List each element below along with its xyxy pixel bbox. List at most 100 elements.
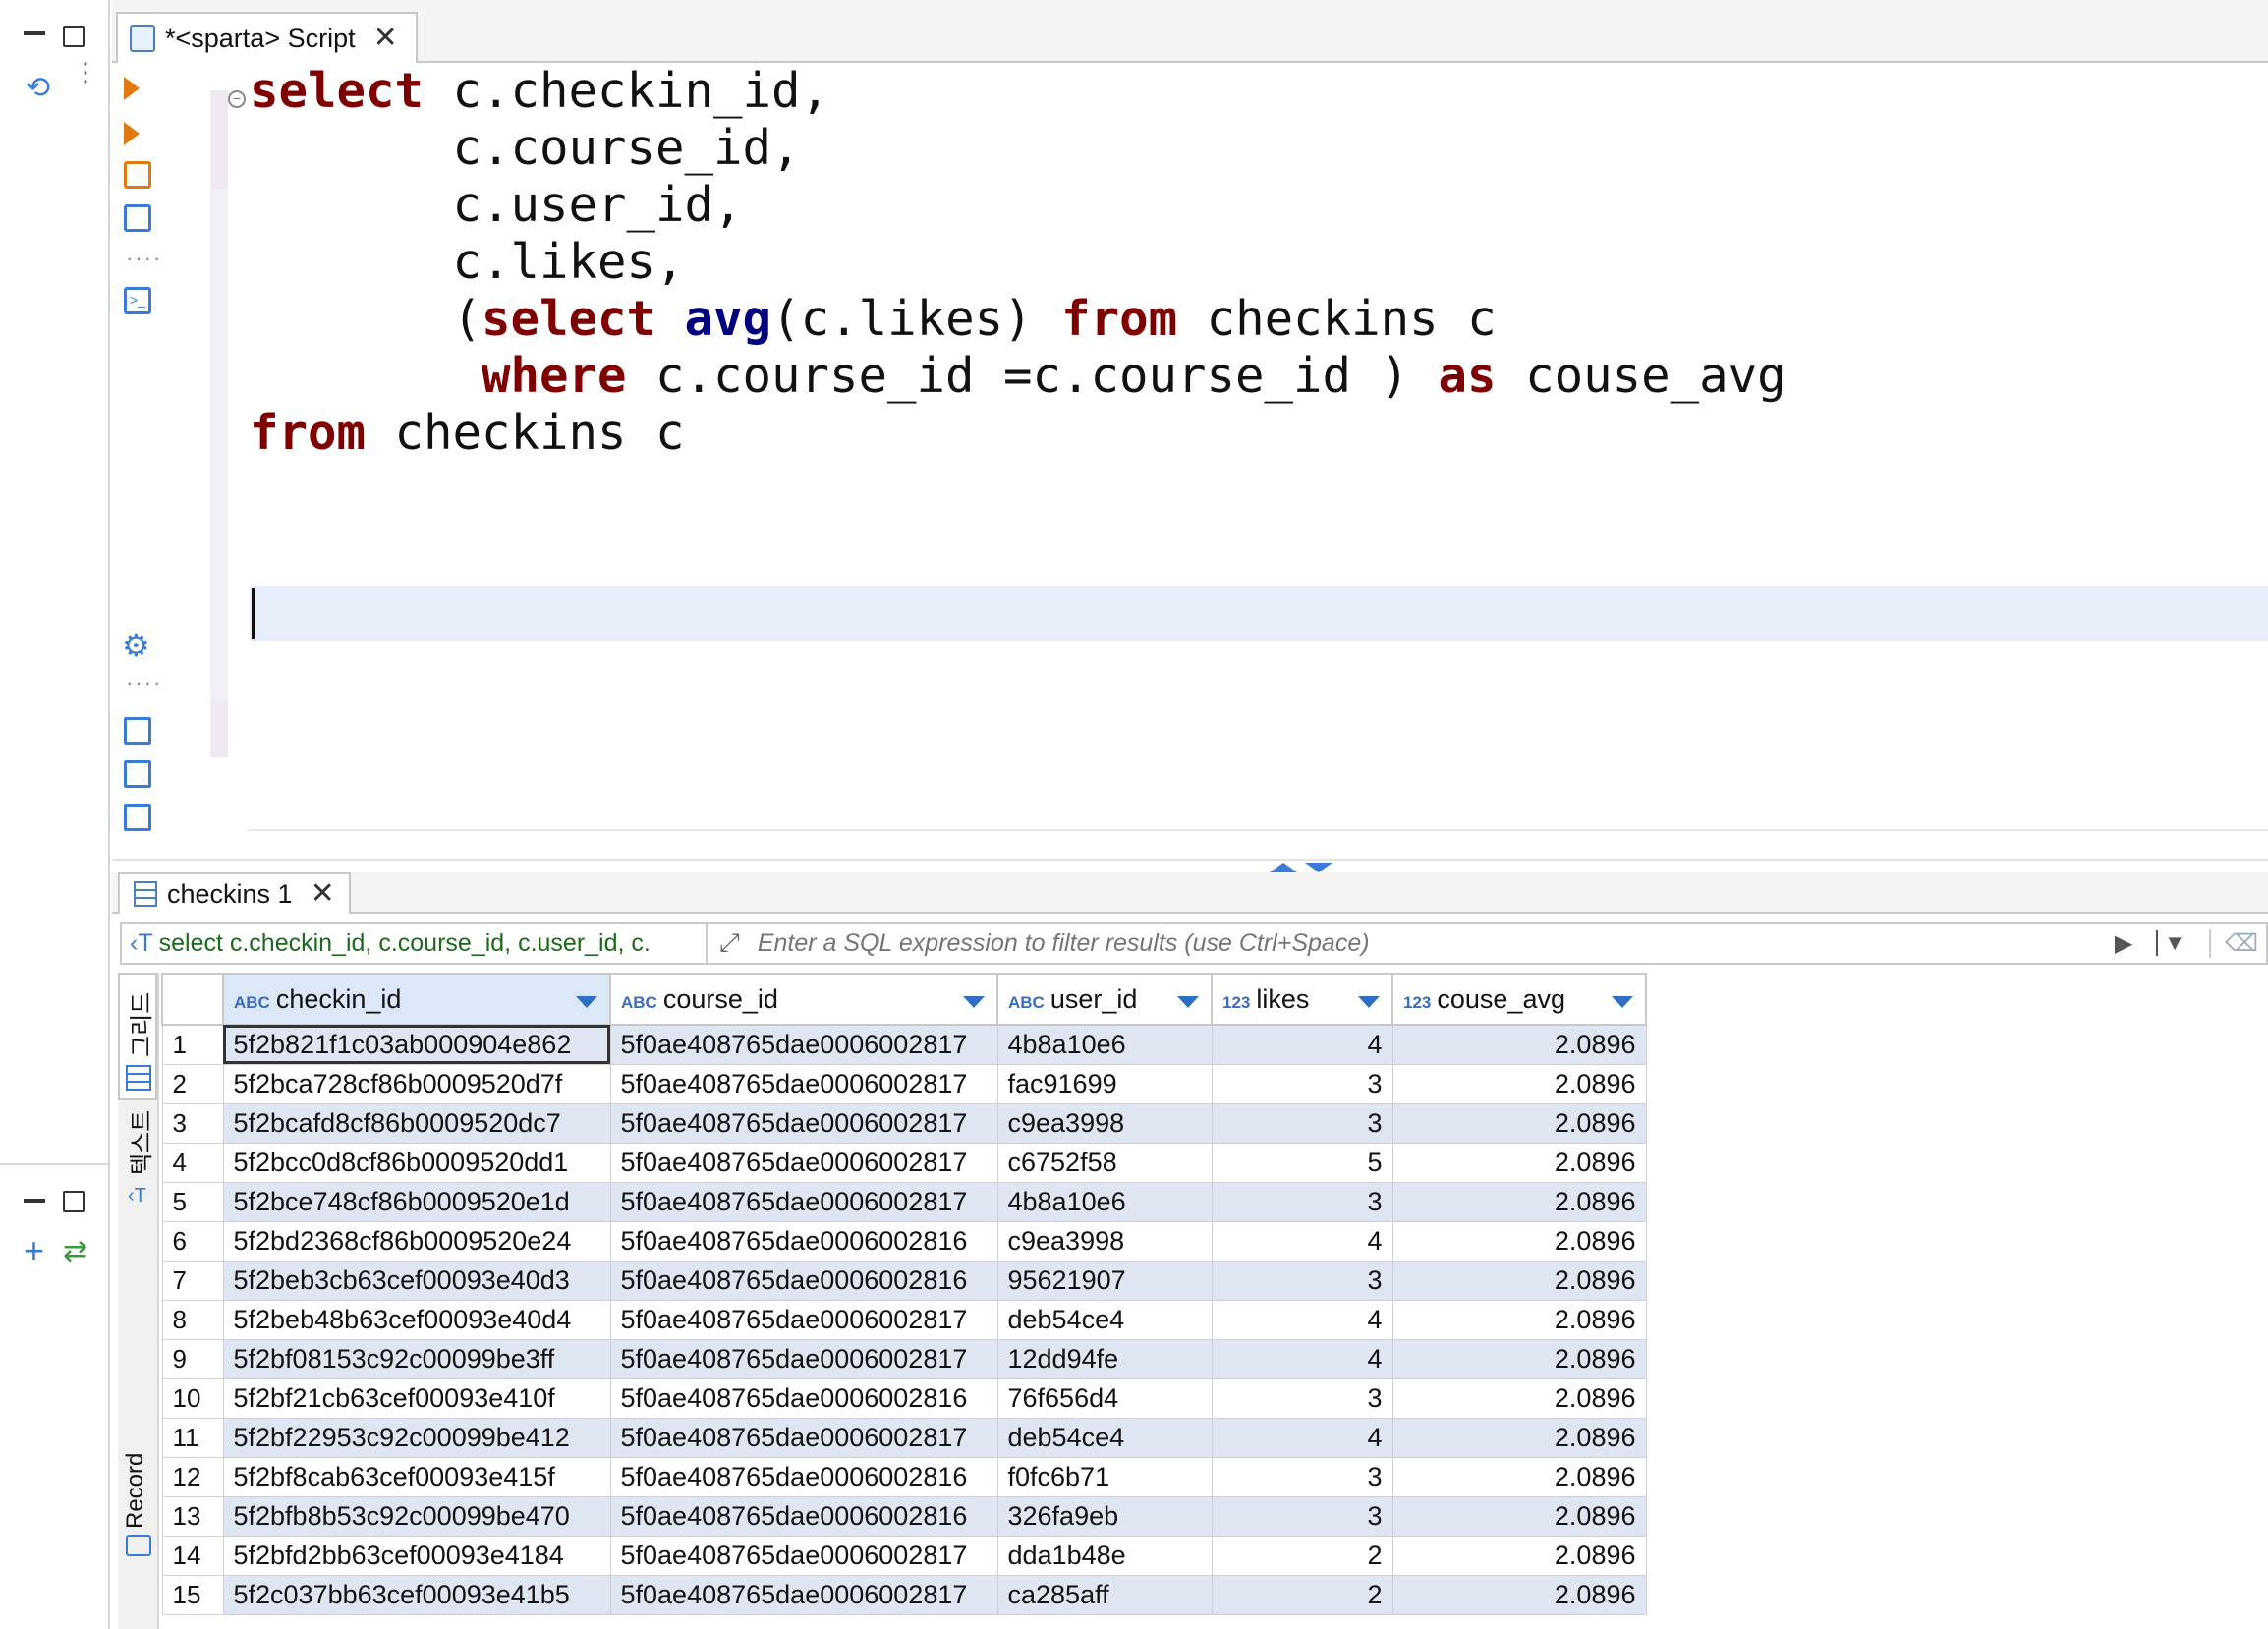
table-cell[interactable]: c9ea3998 xyxy=(996,1220,1213,1262)
table-cell[interactable]: 3 xyxy=(1211,1456,1393,1497)
table-cell[interactable]: 5f2bfb8b53c92c00099be470 xyxy=(222,1495,611,1537)
code-line[interactable]: c.likes, xyxy=(250,234,2268,291)
table-cell[interactable]: 5f0ae408765dae0006002817 xyxy=(609,1338,998,1379)
apply-filter-icon[interactable]: ▶ xyxy=(2115,929,2132,958)
expand-icon[interactable] xyxy=(1305,863,1332,872)
table-row[interactable]: 10 5f2bf21cb63cef00093e410f 5f0ae408765dae… xyxy=(161,1377,1647,1419)
table-cell[interactable]: 2.0896 xyxy=(1391,1299,1647,1340)
table-cell[interactable]: 95621907 xyxy=(996,1260,1213,1301)
fold-toggle-icon[interactable]: − xyxy=(228,90,246,108)
filter-input[interactable] xyxy=(739,928,2115,958)
table-cell[interactable]: 3 xyxy=(1211,1063,1393,1104)
table-cell[interactable]: 5f0ae408765dae0006002817 xyxy=(609,1063,998,1104)
close-icon[interactable]: ✕ xyxy=(311,879,335,909)
table-cell[interactable]: c6752f58 xyxy=(996,1142,1213,1183)
table-cell[interactable]: 5f0ae408765dae0006002817 xyxy=(609,1417,998,1458)
table-cell[interactable]: 76f656d4 xyxy=(996,1377,1213,1419)
text-tab-label[interactable]: 텍스트 xyxy=(122,1110,156,1175)
table-row[interactable]: 11 5f2bf22953c92c00099be412 5f0ae408765dae… xyxy=(161,1417,1647,1458)
table-cell[interactable]: 4b8a10e6 xyxy=(996,1181,1213,1222)
code-line[interactable]: where c.course_id =c.course_id ) as cous… xyxy=(250,348,2268,405)
table-cell[interactable]: 5f2bcc0d8cf86b0009520dd1 xyxy=(222,1142,611,1183)
table-row[interactable]: 8 5f2beb48b63cef00093e40d4 5f0ae408765dae0… xyxy=(161,1299,1647,1340)
table-cell[interactable]: 4 xyxy=(1211,1220,1393,1262)
execute-script-icon[interactable] xyxy=(124,161,151,189)
table-cell[interactable]: 2.0896 xyxy=(1391,1063,1647,1104)
minimize-icon[interactable] xyxy=(24,1199,45,1203)
table-cell[interactable]: 5f0ae408765dae0006002817 xyxy=(609,1102,998,1144)
table-cell[interactable]: 5f0ae408765dae0006002817 xyxy=(609,1142,998,1183)
table-cell[interactable]: 2.0896 xyxy=(1391,1456,1647,1497)
sql-editor[interactable]: select c.checkin_id, c.course_id, c.user… xyxy=(250,63,2268,859)
table-cell[interactable]: 2.0896 xyxy=(1391,1417,1647,1458)
table-cell[interactable]: deb54ce4 xyxy=(996,1299,1213,1340)
minimize-icon[interactable] xyxy=(24,31,45,35)
table-cell[interactable]: 5f2bf21cb63cef00093e410f xyxy=(222,1377,611,1419)
table-cell[interactable]: 2.0896 xyxy=(1391,1495,1647,1537)
table-cell[interactable]: 2.0896 xyxy=(1391,1338,1647,1379)
code-line[interactable]: (select avg(c.likes) from checkins c xyxy=(250,291,2268,348)
table-cell[interactable]: 5f2beb3cb63cef00093e40d3 xyxy=(222,1260,611,1301)
table-cell[interactable]: 3 xyxy=(1211,1181,1393,1222)
column-header[interactable]: ABC user_id xyxy=(996,973,1213,1026)
table-row[interactable]: 1 5f2b821f1c03ab000904e862 5f0ae408765dae0… xyxy=(161,1024,1647,1065)
table-cell[interactable]: 3 xyxy=(1211,1377,1393,1419)
error-log-icon[interactable] xyxy=(124,760,151,788)
table-cell[interactable]: f0fc6b71 xyxy=(996,1456,1213,1497)
sort-dropdown-icon[interactable] xyxy=(963,996,985,1008)
maximize-icon[interactable] xyxy=(63,26,85,47)
filter-query-label[interactable]: ‹T select c.checkin_id, c.course_id, c.u… xyxy=(122,924,708,963)
table-cell[interactable]: 2.0896 xyxy=(1391,1220,1647,1262)
column-header[interactable]: 123 couse_avg xyxy=(1391,973,1647,1026)
table-cell[interactable]: 4 xyxy=(1211,1299,1393,1340)
tab-script[interactable]: *<sparta> Script ✕ xyxy=(116,12,418,63)
table-row[interactable]: 5 5f2bce748cf86b0009520e1d 5f0ae408765dae0… xyxy=(161,1181,1647,1222)
table-cell[interactable]: 5f2bf08153c92c00099be3ff xyxy=(222,1338,611,1379)
table-cell[interactable]: 2.0896 xyxy=(1391,1102,1647,1144)
sort-dropdown-icon[interactable] xyxy=(1612,996,1633,1008)
terminal-icon[interactable]: >_ xyxy=(124,287,151,314)
sort-dropdown-icon[interactable] xyxy=(576,996,597,1008)
table-cell[interactable]: 326fa9eb xyxy=(996,1495,1213,1537)
add-icon[interactable]: + xyxy=(24,1230,44,1271)
table-cell[interactable]: 5f2beb48b63cef00093e40d4 xyxy=(222,1299,611,1340)
table-cell[interactable]: 3 xyxy=(1211,1260,1393,1301)
table-row[interactable]: 3 5f2bcafd8cf86b0009520dc7 5f0ae408765dae0… xyxy=(161,1102,1647,1144)
table-cell[interactable]: 5f0ae408765dae0006002816 xyxy=(609,1220,998,1262)
column-header[interactable]: 123 likes xyxy=(1211,973,1393,1026)
table-row[interactable]: 14 5f2bfd2bb63cef00093e4184 5f0ae408765dae… xyxy=(161,1535,1647,1576)
table-cell[interactable]: 2.0896 xyxy=(1391,1142,1647,1183)
table-cell[interactable]: 5f2b821f1c03ab000904e862 xyxy=(222,1024,611,1065)
table-cell[interactable]: 2.0896 xyxy=(1391,1377,1647,1419)
explain-plan-icon[interactable] xyxy=(124,204,151,232)
table-cell[interactable]: 2.0896 xyxy=(1391,1535,1647,1576)
table-row[interactable]: 7 5f2beb3cb63cef00093e40d3 5f0ae408765dae0… xyxy=(161,1260,1647,1301)
record-tab-label[interactable]: Record xyxy=(122,1453,149,1529)
table-cell[interactable]: 5f0ae408765dae0006002817 xyxy=(609,1574,998,1615)
sort-dropdown-icon[interactable] xyxy=(1358,996,1380,1008)
table-cell[interactable]: 5f0ae408765dae0006002816 xyxy=(609,1260,998,1301)
table-cell[interactable]: 2.0896 xyxy=(1391,1574,1647,1615)
editor-hscroll[interactable] xyxy=(248,829,2268,831)
table-cell[interactable]: 5f0ae408765dae0006002817 xyxy=(609,1181,998,1222)
code-line[interactable]: from checkins c xyxy=(250,405,2268,462)
code-line[interactable]: c.user_id, xyxy=(250,177,2268,234)
sync-icon[interactable]: ⟲ xyxy=(26,71,50,105)
table-cell[interactable]: 12dd94fe xyxy=(996,1338,1213,1379)
expand-editor-icon[interactable]: ⤢ xyxy=(719,927,740,959)
table-cell[interactable]: 5f2bd2368cf86b0009520e24 xyxy=(222,1220,611,1262)
table-cell[interactable]: fac91699 xyxy=(996,1063,1213,1104)
table-cell[interactable]: ca285aff xyxy=(996,1574,1213,1615)
table-cell[interactable]: 3 xyxy=(1211,1495,1393,1537)
table-cell[interactable]: 4 xyxy=(1211,1417,1393,1458)
table-cell[interactable]: deb54ce4 xyxy=(996,1417,1213,1458)
table-cell[interactable]: 5f2bfd2bb63cef00093e4184 xyxy=(222,1535,611,1576)
run-new-tab-icon[interactable] xyxy=(124,122,140,145)
table-cell[interactable]: 3 xyxy=(1211,1102,1393,1144)
table-cell[interactable]: 2 xyxy=(1211,1574,1393,1615)
table-cell[interactable]: 5f2bf8cab63cef00093e415f xyxy=(222,1456,611,1497)
table-cell[interactable]: 5f2bca728cf86b0009520d7f xyxy=(222,1063,611,1104)
table-cell[interactable]: 5f0ae408765dae0006002817 xyxy=(609,1535,998,1576)
table-cell[interactable]: dda1b48e xyxy=(996,1535,1213,1576)
table-cell[interactable]: 5 xyxy=(1211,1142,1393,1183)
